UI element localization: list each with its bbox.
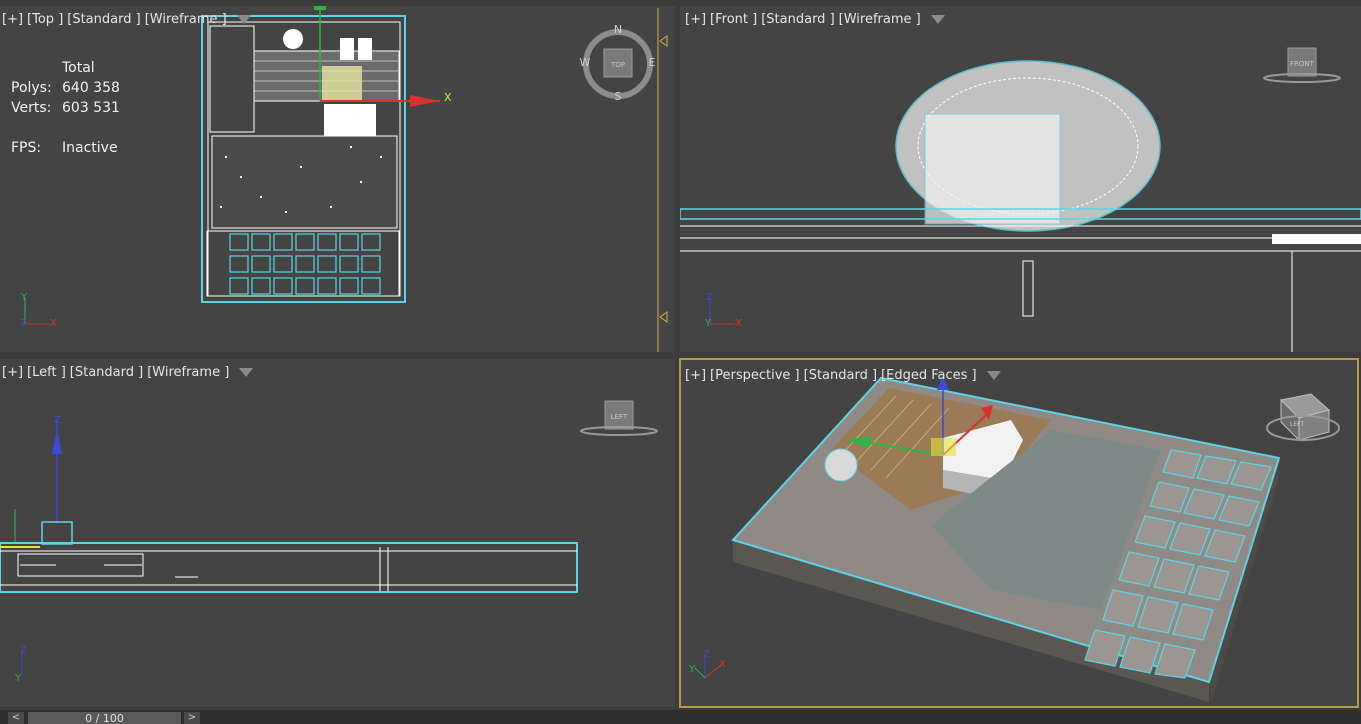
viewcube-perspective: LEFT [1290, 421, 1304, 428]
filter-icon[interactable] [236, 15, 251, 24]
viewport-label-perspective[interactable]: [+] [Perspective ] [Standard ] [Edged Faces… [685, 368, 1005, 383]
viewcube-top: TOP [610, 61, 625, 69]
fps-value: Inactive [62, 140, 118, 156]
svg-text:X: X [735, 318, 742, 329]
svg-text:X: X [719, 659, 726, 670]
perspective-scene: LEFT Z X Y [688, 376, 1340, 704]
svg-text:Z: Z [54, 415, 61, 426]
filter-icon[interactable] [239, 368, 254, 377]
svg-text:Z: Z [706, 292, 713, 303]
svg-text:Z: Z [703, 649, 710, 660]
next-frame-button[interactable]: > [184, 712, 200, 724]
time-slider-bar: < 0 / 100 > [0, 710, 1361, 724]
filter-icon[interactable] [986, 371, 1001, 380]
viewcube-left: LEFT [611, 413, 628, 421]
viewport-perspective[interactable]: LEFT Z X Y [+] [Perspective ] [Standard ][… [679, 358, 1359, 708]
front-wireframe-scene: FRONT Z X Y [680, 47, 1361, 352]
svg-text:Y: Y [704, 318, 712, 329]
polys-count: 640 358 [62, 80, 120, 96]
viewport-label-front[interactable]: [+] [Front ] [Standard ] [Wireframe ] [685, 12, 949, 27]
svg-text:Y: Y [688, 664, 696, 675]
svg-text:S: S [615, 90, 622, 103]
svg-text:Y: Y [14, 673, 22, 684]
svg-text:Z: Z [20, 318, 27, 329]
viewport-label-left[interactable]: [+] [Left ] [Standard ] [Wireframe ] [2, 365, 257, 380]
gizmo-x-label: X [444, 91, 452, 104]
prev-frame-button[interactable]: < [8, 712, 24, 724]
svg-text:E: E [649, 56, 656, 69]
viewport-front[interactable]: FRONT Z X Y [+] [Front ] [Standard ] [Wiref… [680, 6, 1361, 352]
viewport-left[interactable]: Z LEFT Z Y [+] [Left ] [Standard ] [Wirefra… [0, 359, 675, 707]
statistics-overlay: Total Polys: 640 358 Verts: 603 531 FPS: In… [11, 60, 120, 156]
filter-icon[interactable] [930, 15, 945, 24]
svg-text:X: X [50, 318, 57, 329]
viewcube-front: FRONT [1290, 60, 1315, 68]
viewport-top[interactable]: X TOP N S E W Y X Z [+] [Top ] [Standard ]… [0, 6, 675, 352]
verts-count: 603 531 [62, 100, 120, 116]
svg-text:Y: Y [20, 292, 28, 303]
svg-text:N: N [614, 23, 622, 36]
svg-text:Z: Z [20, 645, 27, 656]
time-slider[interactable]: 0 / 100 [28, 712, 181, 724]
left-wireframe-scene: Z LEFT Z Y [0, 400, 658, 684]
svg-text:W: W [580, 56, 591, 69]
viewport-label-top[interactable]: [+] [Top ] [Standard ] [Wireframe ] [2, 12, 255, 27]
